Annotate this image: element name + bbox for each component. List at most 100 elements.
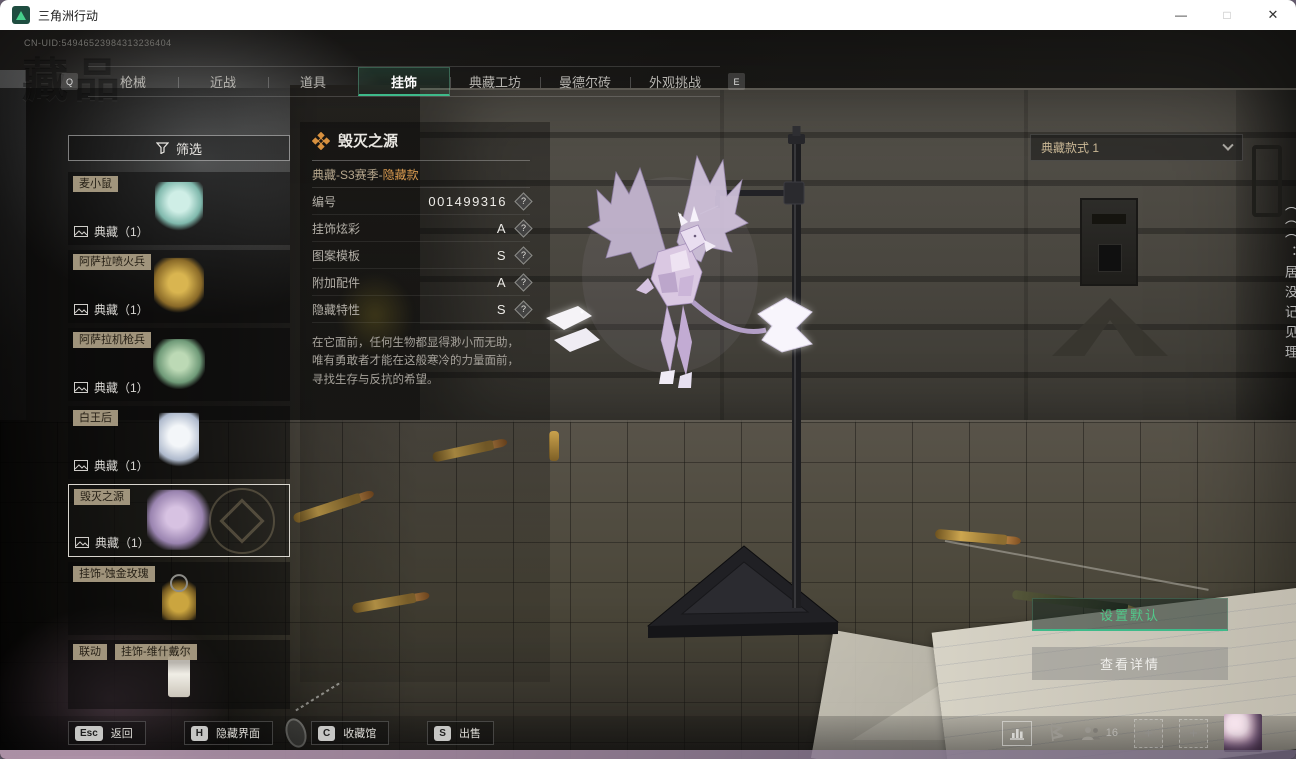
bottom-bar: Esc 返回 H 隐藏界面 C 收藏馆 S 出售 16 + +: [0, 714, 1296, 752]
keycap-h: H: [190, 725, 209, 741]
game-viewport: CN-UID:54946523984313236404 藏品 Q E 枪械 近战…: [0, 30, 1296, 759]
collection-count: 典藏（1）: [94, 459, 149, 473]
collection-emblem: [209, 487, 275, 554]
keycap-s: S: [434, 725, 451, 741]
close-button[interactable]: ✕: [1250, 0, 1296, 30]
rarity-diamond-icon: [312, 131, 330, 150]
keycap-esc: Esc: [75, 725, 103, 741]
style-dropdown[interactable]: 典藏款式 1: [1030, 134, 1243, 161]
spec-row-hidden-trait: 隐藏特性 S ?: [312, 296, 533, 323]
list-item[interactable]: 阿萨拉机枪兵 典藏（1）: [68, 328, 290, 401]
hotkey-group: Esc 返回 H 隐藏界面 C 收藏馆 S 出售: [68, 721, 494, 745]
crate-arrow-mark: [1052, 298, 1168, 356]
tab-items[interactable]: 道具: [268, 67, 358, 96]
chevron-down-icon: [1222, 139, 1234, 151]
list-item[interactable]: 白王后 典藏（1）: [68, 406, 290, 479]
view-details-button[interactable]: 查看详情: [1032, 647, 1228, 680]
team-counter[interactable]: 16: [1081, 726, 1118, 741]
key-hint-q: Q: [61, 73, 78, 90]
team-count: 16: [1105, 727, 1118, 739]
item-name-label: 白王后: [73, 410, 118, 426]
edition-label: 典藏-S3赛季-: [312, 167, 383, 182]
item-thumbnail: [162, 575, 196, 620]
photo-icon: [74, 460, 88, 471]
hotkey-hide-ui[interactable]: H 隐藏界面: [183, 721, 274, 745]
item-sidebar: 筛选 麦小鼠 典藏（1） 阿萨拉喷火兵 典藏（1） 阿萨拉机枪兵 典藏（1） 白…: [68, 135, 290, 709]
dropdown-selected-value: 典藏款式 1: [1041, 141, 1100, 155]
edition-row: 典藏-S3赛季- 隐藏款: [312, 161, 530, 188]
tab-mandel-brick[interactable]: 曼德尔砖: [540, 67, 630, 96]
item-description: 在它面前，任何生物都显得渺小而无助，唯有勇敢者才能在这般寒冷的力量面前，寻找生存…: [312, 337, 519, 386]
list-item[interactable]: 阿萨拉喷火兵 典藏（1）: [68, 250, 290, 323]
item-thumbnail: [147, 489, 211, 550]
collection-count: 典藏（1）: [94, 303, 149, 317]
help-icon[interactable]: ?: [514, 191, 533, 211]
help-icon[interactable]: ?: [514, 272, 533, 292]
social-group: 16 + +: [1001, 714, 1262, 752]
desktop-sliver: [0, 750, 1296, 759]
set-default-button[interactable]: 设置默认: [1032, 598, 1228, 631]
tab-collection-workshop[interactable]: 典藏工坊: [450, 67, 540, 96]
spec-row-serial: 编号 001499316 ?: [312, 188, 533, 215]
list-item-selected[interactable]: 毁灭之源 典藏（1）: [68, 484, 290, 557]
help-icon[interactable]: ?: [514, 245, 533, 265]
photo-icon: [75, 537, 89, 548]
item-name-label: 毁灭之源: [74, 489, 130, 505]
hotkey-back[interactable]: Esc 返回: [68, 721, 146, 745]
item-thumbnail: [159, 412, 199, 471]
item-title: 毁灭之源: [338, 133, 399, 150]
photo-icon: [74, 382, 88, 393]
crate-latch: [1080, 198, 1138, 286]
category-tabbar: 枪械 近战 道具 挂饰 典藏工坊 曼德尔砖 外观挑战: [88, 66, 720, 97]
player-avatar[interactable]: [1224, 714, 1262, 752]
photo-icon: [74, 304, 88, 315]
spec-row-colorway: 挂饰炫彩 A ?: [312, 215, 533, 242]
list-item[interactable]: 联动 挂饰-维什戴尔: [68, 640, 290, 709]
collab-badge: 联动: [73, 644, 107, 660]
list-item[interactable]: 挂饰-蚀金玫瑰: [68, 562, 290, 635]
window-title: 三角洲行动: [38, 8, 99, 23]
title-bar: 三角洲行动 — □ ✕: [0, 0, 1296, 30]
item-thumbnail: [154, 257, 204, 314]
spec-row-attachment: 附加配件 A ?: [312, 269, 533, 296]
help-icon[interactable]: ?: [514, 218, 533, 238]
collection-count: 典藏（1）: [95, 536, 150, 550]
photo-icon: [74, 226, 88, 237]
tab-appearance-challenge[interactable]: 外观挑战: [630, 67, 720, 96]
funnel-icon: [155, 142, 169, 154]
item-name-label: 挂饰-蚀金玫瑰: [73, 566, 155, 582]
item-detail-panel: 毁灭之源 典藏-S3赛季- 隐藏款 编号 001499316 ? 挂饰炫彩 A …: [312, 130, 533, 389]
tab-guns[interactable]: 枪械: [88, 67, 178, 96]
spec-row-pattern: 图案模板 S ?: [312, 242, 533, 269]
charm-3d-viewer[interactable]: [520, 100, 920, 660]
item-thumbnail: [155, 181, 203, 234]
add-slot-button[interactable]: +: [1179, 718, 1208, 748]
key-hint-e: E: [728, 73, 745, 90]
item-list: 麦小鼠 典藏（1） 阿萨拉喷火兵 典藏（1） 阿萨拉机枪兵 典藏（1） 白王后 …: [68, 172, 290, 709]
collection-count: 典藏（1）: [94, 381, 149, 395]
keycap-c: C: [318, 725, 336, 741]
tab-charms[interactable]: 挂饰: [358, 67, 450, 96]
bar-chart-icon: [1009, 729, 1024, 740]
filter-button[interactable]: 筛选: [68, 135, 290, 161]
item-thumbnail: [168, 654, 190, 697]
crate-handle: [1252, 145, 1282, 217]
stats-button[interactable]: [1001, 720, 1032, 746]
flag-icon[interactable]: [1048, 724, 1065, 742]
item-name-label: 阿萨拉喷火兵: [73, 254, 151, 270]
delta-force-logo-icon: [12, 6, 30, 24]
hotkey-collection-hall[interactable]: C 收藏馆: [311, 721, 390, 745]
people-icon: [1081, 726, 1100, 740]
collection-count: 典藏（1）: [94, 225, 149, 239]
list-item[interactable]: 麦小鼠 典藏（1）: [68, 172, 290, 245]
hotkey-sell[interactable]: S 出售: [427, 721, 494, 745]
help-icon[interactable]: ?: [514, 299, 533, 319]
item-thumbnail: [153, 338, 205, 389]
maximize-button[interactable]: □: [1204, 0, 1250, 30]
tab-melee[interactable]: 近战: [178, 67, 268, 96]
item-name-label: 挂饰-维什戴尔: [115, 644, 197, 660]
item-name-label: 阿萨拉机枪兵: [73, 332, 151, 348]
add-slot-button[interactable]: +: [1134, 718, 1163, 748]
minimize-button[interactable]: —: [1158, 0, 1204, 30]
edge-panel-text: （（（：居没记见理: [1285, 198, 1296, 365]
